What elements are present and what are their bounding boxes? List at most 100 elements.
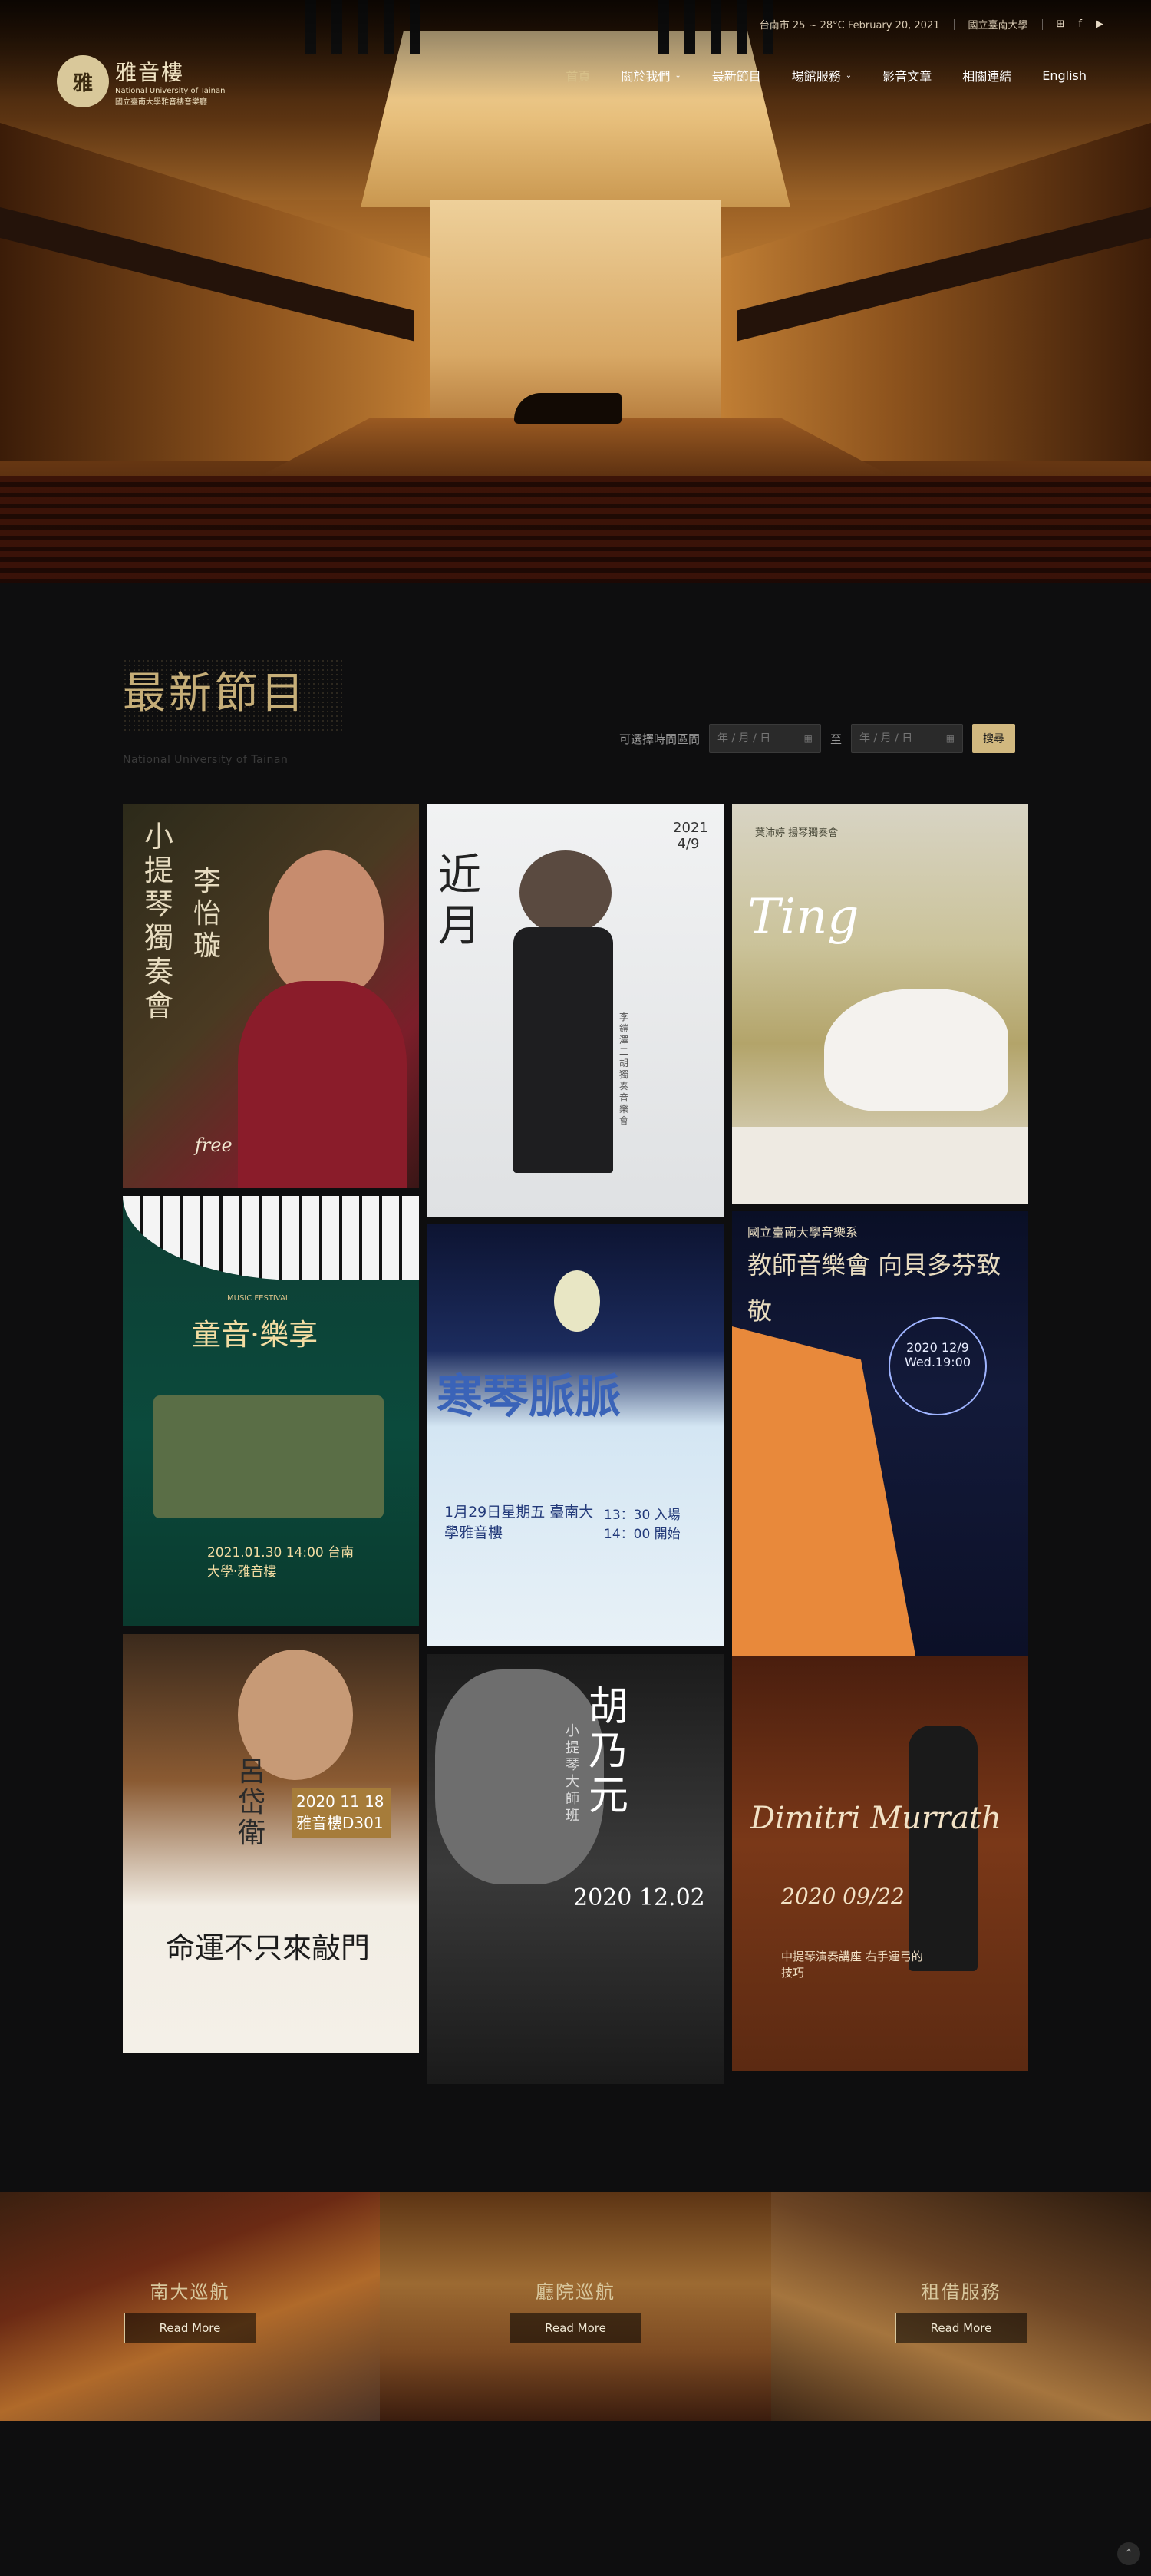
poster-portrait [519, 850, 612, 935]
start-date-input[interactable] [717, 732, 795, 745]
nav-label: 場館服務 [791, 69, 841, 84]
poster-portrait [269, 850, 384, 996]
poster-name: 2021.01.30 14:00 台南大學·雅音樓 [207, 1545, 355, 1580]
search-button[interactable]: 搜尋 [972, 724, 1016, 753]
program-card[interactable]: Dimitri Murrath 2020 09/22 中提琴演奏講座 右手運弓的… [732, 1656, 1028, 2071]
nav-item-venue-services[interactable]: 場館服務 ⌄ [792, 66, 852, 84]
chevron-down-icon: ⌄ [674, 71, 681, 80]
poster-name: 1月29日星期五 臺南大學雅音樓 [444, 1504, 594, 1541]
program-card[interactable]: 呂岱衛 2020 11 18 雅音樓D301 命運不只來敲門 [123, 1634, 419, 2053]
nav-item-media[interactable]: 影音文章 [882, 66, 932, 84]
logo-name-sub: 國立臺南大學雅音樓音樂廳 [115, 98, 207, 107]
date-filter: 可選擇時間區間 ▦ 至 ▦ 搜尋 [619, 724, 1016, 753]
program-card[interactable]: 國立臺南大學音樂系 教師音樂會 向貝多芬致敬 2020 12/9 Wed.19:… [732, 1211, 1028, 1660]
hero-piano [514, 393, 622, 424]
poster-name: 葉沛婷 揚琴獨奏會 [755, 827, 839, 839]
poster-dress [238, 981, 407, 1188]
poster-name: 李怡璇 [193, 866, 222, 962]
poster-title: 童音·樂享 [192, 1318, 318, 1352]
read-more-button[interactable]: Read More [895, 2313, 1027, 2343]
hero-stage-wall [430, 200, 721, 422]
nav-label: 最新節目 [711, 69, 761, 84]
poster-character [554, 1270, 600, 1332]
poster-dress [824, 989, 1008, 1111]
poster-title: 胡乃元 [589, 1684, 629, 1819]
feature-title: 南大巡航 [150, 2281, 230, 2303]
poster-title: 寒琴脈脈 [437, 1370, 621, 1424]
poster-extra: free [195, 1134, 233, 1156]
feature-title: 廳院巡航 [536, 2281, 615, 2303]
hero-seating [0, 476, 1151, 583]
poster-extra: 2020 12/9 Wed.19:00 [904, 1340, 971, 1369]
poster-photos [153, 1395, 384, 1518]
program-card[interactable]: 寒琴脈脈 1月29日星期五 臺南大學雅音樓 13：30 入場 14：00 開始 [427, 1224, 724, 1646]
nav-label: 影音文章 [882, 69, 932, 84]
end-date-field[interactable]: ▦ [851, 724, 964, 753]
program-card[interactable]: 近月 2021 4/9 李鎧澤 二胡獨奏音樂會 [427, 804, 724, 1217]
calendar-icon[interactable]: ▦ [946, 733, 955, 744]
poster-extra: 2020 12.02 [573, 1884, 705, 1911]
poster-beethoven [732, 1326, 916, 1660]
program-card[interactable]: MUSIC FESTIVAL 童音·樂享 2021.01.30 14:00 台南… [123, 1196, 419, 1626]
nav-label: 相關連結 [962, 69, 1012, 84]
facebook-icon[interactable]: f [1078, 18, 1082, 30]
logo-name-cn: 雅音樓 [115, 60, 185, 85]
site-logo[interactable]: 雅 雅音樓 National University of Tainan 國立臺南… [57, 55, 225, 107]
poster-extra: 2021 4/9 [673, 820, 708, 852]
poster-extra: 2020 11 18 雅音樓D301 [292, 1788, 391, 1838]
poster-figure [909, 1726, 978, 1971]
read-more-button[interactable]: Read More [510, 2313, 641, 2343]
feature-hall-tour[interactable]: 廳院巡航 Read More [380, 2192, 771, 2421]
section-title: 最新節目 [123, 669, 307, 718]
poster-footer [732, 1127, 1028, 1204]
read-more-button[interactable]: Read More [124, 2313, 256, 2343]
calendar-icon[interactable]: ▦ [804, 733, 813, 744]
to-label: 至 [830, 732, 843, 746]
feature-title: 租借服務 [921, 2281, 1001, 2303]
poster-name: 李鎧澤 二胡獨奏音樂會 [619, 1012, 629, 1126]
program-card[interactable]: 葉沛婷 揚琴獨奏會 Ting [732, 804, 1028, 1204]
nav-item-programs[interactable]: 最新節目 [712, 66, 761, 84]
poster-name: 國立臺南大學音樂系 [747, 1225, 859, 1240]
nav-label: 關於我們 [621, 69, 671, 84]
youtube-icon[interactable]: ▶ [1096, 18, 1103, 30]
feature-campus-tour[interactable]: 南大巡航 Read More [0, 2192, 380, 2421]
weather-date: 台南市 25 ~ 28°C February 20, 2021 [759, 20, 940, 31]
poster-name: 呂岱衛 [238, 1756, 266, 1849]
nav-item-links[interactable]: 相關連結 [962, 66, 1011, 84]
poster-title: Dimitri Murrath [750, 1801, 1001, 1836]
nav-label: 首頁 [566, 69, 591, 84]
nav-item-home[interactable]: 首頁 [566, 66, 590, 84]
nav-label: English [1042, 68, 1087, 83]
poster-figure [513, 927, 613, 1173]
main-nav: 首頁 關於我們 ⌄ 最新節目 場館服務 ⌄ 影音文章 相關連結 English [566, 66, 1087, 84]
poster-title: 教師音樂會 向貝多芬致敬 [747, 1250, 1001, 1326]
logo-seal: 雅 [57, 55, 109, 107]
poster-extra: 2020 09/22 [781, 1884, 905, 1909]
back-to-top-icon[interactable]: ⌃ [1117, 2542, 1140, 2565]
university-link[interactable]: 國立臺南大學 [968, 17, 1028, 31]
feature-links: 南大巡航 Read More 廳院巡航 Read More 租借服務 Read … [0, 2192, 1151, 2421]
top-utility-bar: 台南市 25 ~ 28°C February 20, 2021 國立臺南大學 ⊞… [760, 17, 1103, 31]
logo-name-en: National University of Tainan [115, 87, 226, 95]
divider [953, 18, 955, 30]
sitemap-icon[interactable]: ⊞ [1057, 18, 1065, 30]
feature-rental-service[interactable]: 租借服務 Read More [771, 2192, 1151, 2421]
divider [1041, 18, 1043, 30]
poster-name: 小提琴大師班 [566, 1723, 579, 1824]
nav-item-english[interactable]: English [1042, 66, 1087, 84]
program-card[interactable]: 小提琴獨奏會 李怡璇 free [123, 804, 419, 1188]
poster-extra: MUSIC FESTIVAL [227, 1294, 290, 1303]
nav-item-about[interactable]: 關於我們 ⌄ [621, 66, 681, 84]
filter-label: 可選擇時間區間 [619, 732, 701, 746]
end-date-input[interactable] [859, 732, 937, 745]
logo-text: 雅音樓 National University of Tainan 國立臺南大學… [115, 56, 225, 107]
chevron-down-icon: ⌄ [845, 71, 853, 80]
section-subtitle: National University of Tainan [123, 754, 289, 766]
start-date-field[interactable]: ▦ [709, 724, 822, 753]
poster-title: 命運不只來敲門 [166, 1931, 371, 1965]
poster-title: 小提琴獨奏會 [144, 820, 174, 1022]
poster-extra: 13：30 入場 14：00 開始 [604, 1508, 681, 1542]
section-header: 最新節目 [123, 659, 307, 721]
program-card[interactable]: 胡乃元 小提琴大師班 2020 12.02 [427, 1654, 724, 2084]
